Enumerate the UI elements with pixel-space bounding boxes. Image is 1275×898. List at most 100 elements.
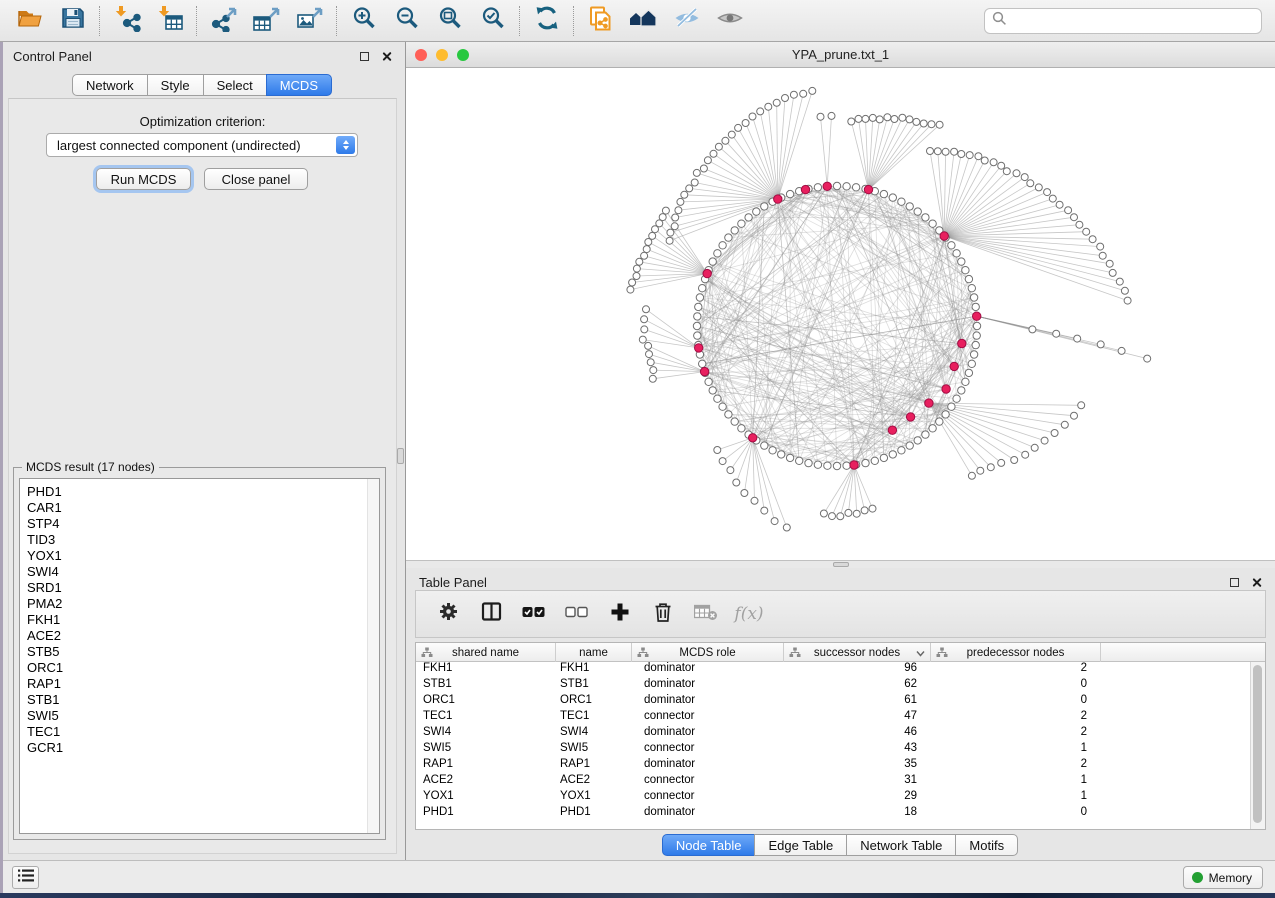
table-row[interactable]: TEC1TEC1connector472 bbox=[416, 710, 1265, 726]
select-all-columns-button[interactable] bbox=[522, 602, 546, 626]
mcds-result-item[interactable]: TID3 bbox=[27, 532, 379, 548]
zoom-out-button[interactable] bbox=[385, 3, 428, 39]
float-panel-icon[interactable] bbox=[1230, 578, 1239, 587]
column-header-MCDS-role[interactable]: MCDS role bbox=[632, 643, 784, 662]
refresh-icon bbox=[534, 5, 560, 36]
tab-motifs[interactable]: Motifs bbox=[955, 834, 1018, 856]
import-network-button[interactable] bbox=[105, 3, 148, 39]
horizontal-splitter-handle[interactable] bbox=[833, 562, 849, 567]
export-table-icon bbox=[253, 5, 281, 37]
tab-network-table[interactable]: Network Table bbox=[846, 834, 956, 856]
table-row[interactable]: ACE2ACE2connector311 bbox=[416, 774, 1265, 790]
float-panel-icon[interactable] bbox=[360, 52, 369, 61]
clone-network-button[interactable] bbox=[579, 3, 622, 39]
column-header-successor-nodes[interactable]: successor nodes bbox=[784, 643, 931, 662]
mcds-result-item[interactable]: YOX1 bbox=[27, 548, 379, 564]
table-cell: PHD1 bbox=[556, 806, 632, 822]
network-graph[interactable] bbox=[406, 68, 1275, 559]
column-header-label: name bbox=[579, 647, 608, 659]
close-panel-icon[interactable] bbox=[381, 51, 392, 62]
optimization-criterion-select[interactable]: largest connected component (undirected) bbox=[46, 133, 358, 157]
mcds-result-item[interactable]: TEC1 bbox=[27, 724, 379, 740]
table-cell: 2 bbox=[931, 662, 1101, 678]
zoom-fit-button[interactable] bbox=[428, 3, 471, 39]
table-cell: dominator bbox=[632, 726, 784, 742]
table-cell: FKH1 bbox=[416, 662, 556, 678]
hide-selected-button[interactable] bbox=[665, 3, 708, 39]
mcds-result-item[interactable]: FKH1 bbox=[27, 612, 379, 628]
first-neighbors-button[interactable] bbox=[622, 3, 665, 39]
mcds-result-item[interactable]: GCR1 bbox=[27, 740, 379, 756]
table-scrollbar-thumb[interactable] bbox=[1253, 665, 1262, 823]
mcds-result-item[interactable]: STP4 bbox=[27, 516, 379, 532]
toggle-panes-button[interactable] bbox=[479, 602, 503, 626]
mcds-result-item[interactable]: ACE2 bbox=[27, 628, 379, 644]
table-cell: SWI5 bbox=[556, 742, 632, 758]
network-canvas[interactable] bbox=[406, 68, 1275, 559]
zoom-selected-icon bbox=[480, 5, 506, 36]
sort-caret-icon[interactable] bbox=[916, 648, 925, 660]
table-cell: 0 bbox=[931, 806, 1101, 822]
table-cell: SWI4 bbox=[556, 726, 632, 742]
mcds-result-item[interactable]: SRD1 bbox=[27, 580, 379, 596]
mcds-result-item[interactable]: RAP1 bbox=[27, 676, 379, 692]
refresh-button[interactable] bbox=[525, 3, 568, 39]
export-image-button[interactable] bbox=[288, 3, 331, 39]
mcds-result-item[interactable]: SWI5 bbox=[27, 708, 379, 724]
close-panel-icon[interactable] bbox=[1251, 577, 1262, 588]
memory-button[interactable]: Memory bbox=[1183, 866, 1263, 889]
vertical-splitter-handle[interactable] bbox=[397, 448, 404, 464]
table-row[interactable]: STB1STB1dominator620 bbox=[416, 678, 1265, 694]
zoom-selected-button[interactable] bbox=[471, 3, 514, 39]
import-table-icon bbox=[156, 5, 184, 37]
tab-mcds[interactable]: MCDS bbox=[266, 74, 332, 96]
unselect-all-columns-button[interactable] bbox=[565, 602, 589, 626]
table-row[interactable]: FKH1FKH1dominator962 bbox=[416, 662, 1265, 678]
mcds-result-item[interactable]: ORC1 bbox=[27, 660, 379, 676]
export-network-button[interactable] bbox=[202, 3, 245, 39]
mcds-result-item[interactable]: STB5 bbox=[27, 644, 379, 660]
open-network-button[interactable] bbox=[8, 3, 51, 39]
mcds-result-item[interactable]: CAR1 bbox=[27, 500, 379, 516]
tab-select[interactable]: Select bbox=[203, 74, 267, 96]
table-row[interactable]: SWI5SWI5connector431 bbox=[416, 742, 1265, 758]
delete-table-button bbox=[694, 602, 718, 626]
mcds-result-item[interactable]: SWI4 bbox=[27, 564, 379, 580]
mcds-list-scrollbar[interactable] bbox=[367, 479, 379, 833]
horizontal-splitter[interactable] bbox=[406, 560, 1275, 568]
tab-node-table[interactable]: Node Table bbox=[662, 834, 756, 856]
show-all-button[interactable] bbox=[708, 3, 751, 39]
close-panel-button[interactable]: Close panel bbox=[204, 168, 308, 190]
table-cell: ACE2 bbox=[556, 774, 632, 790]
table-cell: 61 bbox=[784, 694, 931, 710]
table-row[interactable]: YOX1YOX1connector291 bbox=[416, 790, 1265, 806]
table-scrollbar[interactable] bbox=[1250, 662, 1265, 829]
save-session-button[interactable] bbox=[51, 3, 94, 39]
table-row[interactable]: ORC1ORC1dominator610 bbox=[416, 694, 1265, 710]
mcds-result-item[interactable]: STB1 bbox=[27, 692, 379, 708]
panel-list-button[interactable] bbox=[12, 866, 39, 889]
export-table-button[interactable] bbox=[245, 3, 288, 39]
search-input[interactable] bbox=[1007, 14, 1261, 29]
right-stack: YPA_prune.txt_1 Table Panel bbox=[406, 42, 1275, 860]
table-row[interactable]: SWI4SWI4dominator462 bbox=[416, 726, 1265, 742]
table-settings-button[interactable] bbox=[436, 602, 460, 626]
mcds-result-item[interactable]: PMA2 bbox=[27, 596, 379, 612]
zoom-in-button[interactable] bbox=[342, 3, 385, 39]
table-row[interactable]: PHD1PHD1dominator180 bbox=[416, 806, 1265, 822]
tab-network[interactable]: Network bbox=[72, 74, 148, 96]
column-header-name[interactable]: name bbox=[556, 643, 632, 662]
column-header-label: MCDS role bbox=[679, 647, 735, 659]
table-cell: 18 bbox=[784, 806, 931, 822]
column-header-predecessor-nodes[interactable]: predecessor nodes bbox=[931, 643, 1101, 662]
table-cell: 1 bbox=[931, 790, 1101, 806]
table-row[interactable]: RAP1RAP1dominator352 bbox=[416, 758, 1265, 774]
tab-edge-table[interactable]: Edge Table bbox=[754, 834, 847, 856]
import-table-button[interactable] bbox=[148, 3, 191, 39]
column-header-shared-name[interactable]: shared name bbox=[416, 643, 556, 662]
tab-style[interactable]: Style bbox=[147, 74, 204, 96]
add-column-button[interactable] bbox=[608, 602, 632, 626]
run-mcds-button[interactable]: Run MCDS bbox=[96, 168, 191, 190]
delete-column-button[interactable] bbox=[651, 602, 675, 626]
mcds-result-item[interactable]: PHD1 bbox=[27, 484, 379, 500]
